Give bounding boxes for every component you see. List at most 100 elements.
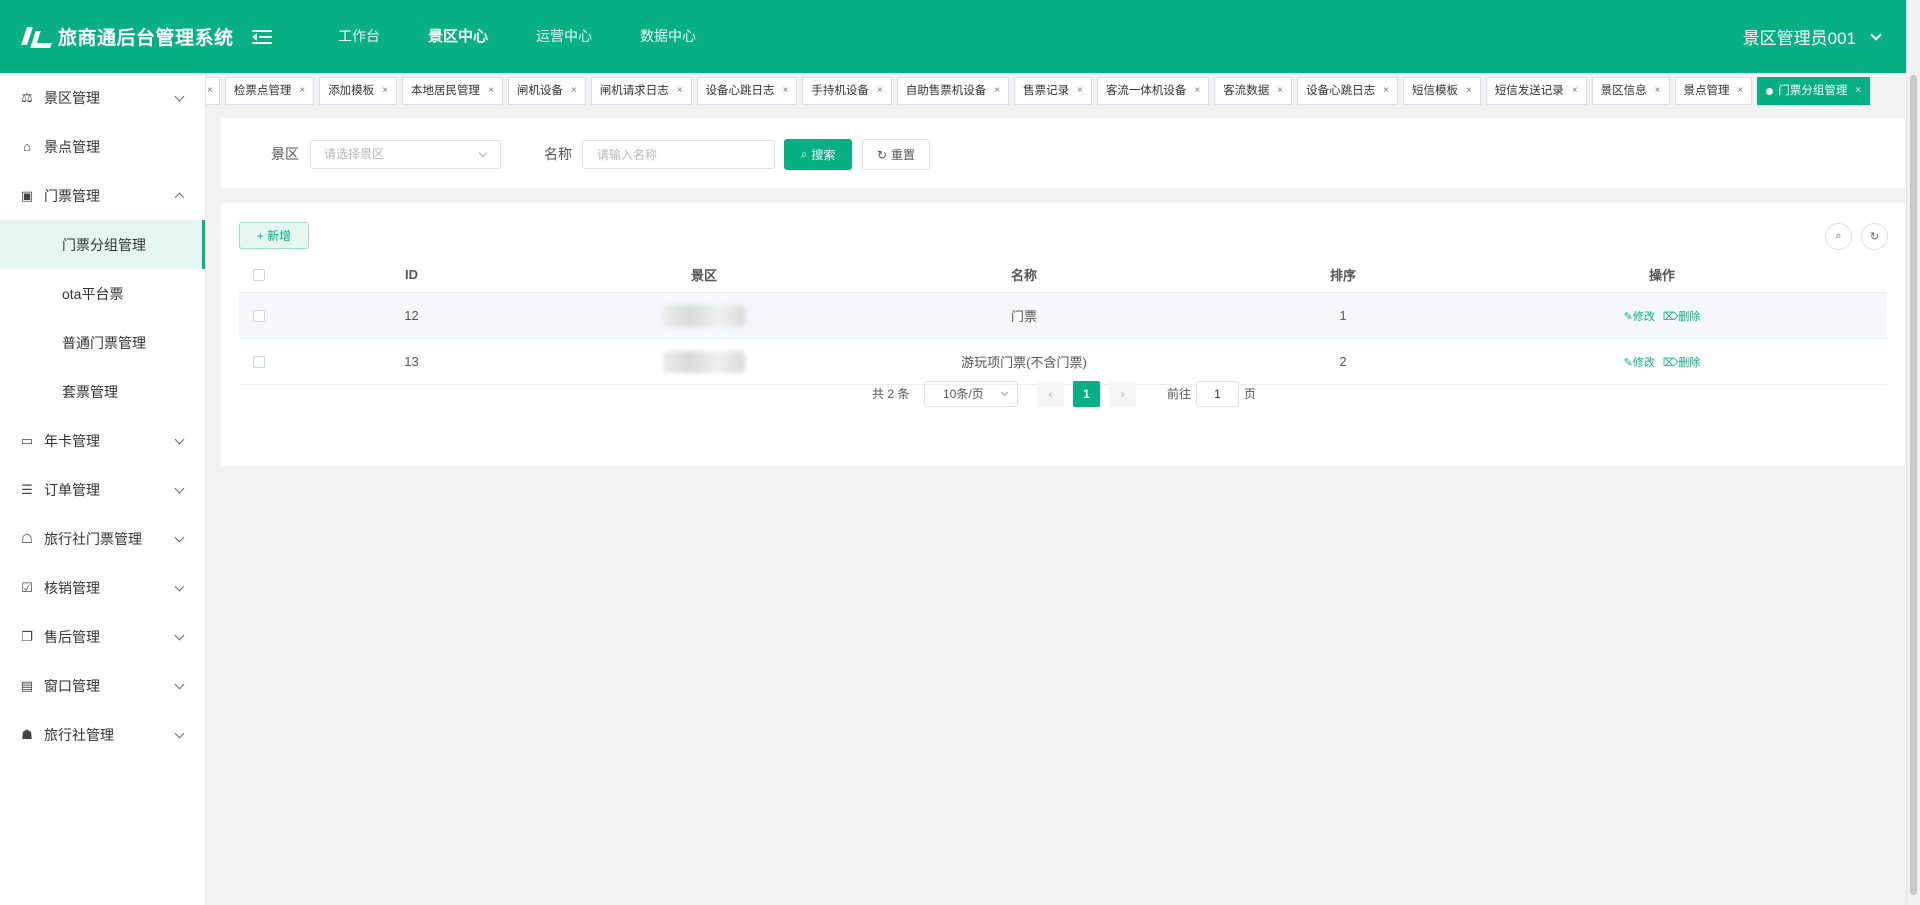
name-input[interactable] bbox=[582, 140, 775, 169]
sidebar-item-annual-card[interactable]: ▭ 年卡管理 bbox=[0, 416, 205, 465]
search-button[interactable]: ⌕ 搜索 bbox=[784, 139, 852, 170]
goto-page-input[interactable] bbox=[1196, 381, 1239, 407]
row-checkbox[interactable] bbox=[253, 309, 265, 322]
tab-close-icon[interactable]: × bbox=[1277, 78, 1283, 104]
cell-scenic bbox=[544, 339, 864, 384]
topnav-workbench[interactable]: 工作台 bbox=[314, 0, 404, 73]
tab-item[interactable]: 设备心跳日志 × bbox=[1297, 77, 1398, 105]
tab-item[interactable]: 自助售票机设备 × bbox=[896, 77, 1010, 105]
sidebar-subitem-ticket-group[interactable]: 门票分组管理 bbox=[0, 220, 205, 269]
tab-close-icon[interactable]: × bbox=[1194, 78, 1200, 104]
tab-item[interactable]: 检票点管理 × bbox=[224, 77, 315, 105]
sidebar-subitem-normal-ticket[interactable]: 普通门票管理 bbox=[0, 318, 205, 367]
row-select-cell bbox=[239, 339, 279, 384]
table-row: 13 游玩项门票(不含门票) 2 ✎修改 ⌦删除 bbox=[239, 339, 1887, 385]
tab-close-icon[interactable]: × bbox=[783, 78, 789, 104]
tab-item[interactable]: 客流数据 × bbox=[1214, 77, 1293, 105]
tab-close-icon[interactable]: × bbox=[299, 78, 305, 104]
tab-close-icon[interactable]: × bbox=[206, 77, 220, 105]
tab-item[interactable]: 手持机设备 × bbox=[802, 77, 892, 105]
page-size-select[interactable]: 10条/页 bbox=[924, 381, 1018, 407]
sidebar-item-agency-ticket[interactable]: ☖ 旅行社门票管理 bbox=[0, 514, 205, 563]
top-nav: 工作台 景区中心 运营中心 数据中心 bbox=[314, 0, 720, 73]
tab-item[interactable]: 景区信息 × bbox=[1591, 77, 1670, 105]
tab-close-icon[interactable]: × bbox=[488, 78, 494, 104]
sidebar-item-verify[interactable]: ☑ 核销管理 bbox=[0, 563, 205, 612]
refresh-table-icon[interactable]: ↻ bbox=[1861, 223, 1888, 250]
col-id[interactable]: ID bbox=[279, 257, 544, 292]
scenic-select[interactable]: 请选择景区 bbox=[310, 140, 501, 169]
edit-button[interactable]: ✎修改 bbox=[1624, 354, 1655, 370]
row-select-cell bbox=[239, 293, 279, 338]
tab-close-icon[interactable]: × bbox=[1738, 78, 1744, 104]
name-label: 名称 bbox=[544, 146, 572, 162]
toggle-search-icon[interactable]: ⌕ bbox=[1825, 223, 1852, 250]
prev-page-button[interactable]: ‹ bbox=[1037, 381, 1064, 407]
page-scrollbar[interactable] bbox=[1906, 0, 1920, 905]
sidebar-item-aftersale[interactable]: ❐ 售后管理 bbox=[0, 612, 205, 661]
tab-item[interactable]: 闸机设备 × bbox=[507, 77, 586, 105]
topnav-data-center[interactable]: 数据中心 bbox=[616, 0, 720, 73]
reset-button[interactable]: ↻ 重置 bbox=[862, 139, 930, 170]
tab-item[interactable]: 本地居民管理 × bbox=[402, 77, 503, 105]
topnav-scenic-center[interactable]: 景区中心 bbox=[404, 0, 512, 73]
sidebar-item-spot[interactable]: ⌂ 景点管理 bbox=[0, 122, 205, 171]
sidebar-subitem-ota-ticket[interactable]: ota平台票 bbox=[0, 269, 205, 318]
menu-collapse-icon[interactable] bbox=[252, 28, 274, 46]
col-name[interactable]: 名称 bbox=[864, 257, 1184, 292]
sidebar-subitem-package-ticket[interactable]: 套票管理 bbox=[0, 367, 205, 416]
reset-button-label: 重置 bbox=[891, 148, 916, 162]
tab-item[interactable]: 门票分组管理 × bbox=[1757, 77, 1871, 105]
tab-close-icon[interactable]: × bbox=[571, 78, 577, 104]
sidebar-item-label: 售后管理 bbox=[44, 628, 100, 645]
sidebar-item-agency[interactable]: ☗ 旅行社管理 bbox=[0, 710, 205, 759]
select-all-checkbox[interactable] bbox=[253, 268, 265, 281]
sidebar-item-scenic[interactable]: ⚖ 景区管理 bbox=[0, 73, 205, 122]
delete-button[interactable]: ⌦删除 bbox=[1663, 308, 1701, 324]
tab-close-icon[interactable]: × bbox=[994, 78, 1000, 104]
tab-close-icon[interactable]: × bbox=[1077, 78, 1083, 104]
tab-close-icon[interactable]: × bbox=[1572, 78, 1578, 104]
tab-close-icon[interactable]: × bbox=[677, 78, 683, 104]
chevron-down-icon bbox=[478, 148, 488, 158]
cell-name: 游玩项门票(不含门票) bbox=[961, 355, 1087, 370]
tab-item[interactable]: 设备心跳日志 × bbox=[696, 77, 798, 105]
tab-item[interactable]: 闸机请求日志 × bbox=[590, 77, 692, 105]
active-dot-icon bbox=[1766, 87, 1774, 95]
chevron-down-icon bbox=[174, 679, 185, 690]
tab-item[interactable]: 添加模板 × bbox=[319, 77, 398, 105]
row-checkbox[interactable] bbox=[253, 355, 265, 368]
col-scenic[interactable]: 景区 bbox=[544, 257, 864, 292]
sidebar-item-order[interactable]: ☰ 订单管理 bbox=[0, 465, 205, 514]
tab-close-icon[interactable]: × bbox=[1383, 78, 1389, 104]
sidebar-item-ticket[interactable]: ▣ 门票管理 bbox=[0, 171, 205, 220]
delete-button[interactable]: ⌦删除 bbox=[1663, 354, 1701, 370]
tab-item[interactable]: 景点管理 × bbox=[1674, 77, 1753, 105]
topnav-operation-center[interactable]: 运营中心 bbox=[512, 0, 616, 73]
sidebar-item-label: 门票管理 bbox=[44, 187, 100, 204]
tab-close-icon[interactable]: × bbox=[1466, 78, 1472, 104]
tab-close-icon[interactable]: × bbox=[382, 78, 388, 104]
tab-item[interactable]: 售票记录 × bbox=[1014, 77, 1092, 105]
tab-close-icon[interactable]: × bbox=[877, 78, 883, 104]
tab-item[interactable]: 短信发送记录 × bbox=[1485, 77, 1587, 105]
tab-item[interactable]: 客流一体机设备 × bbox=[1096, 77, 1210, 105]
tab-item[interactable]: 短信模板 × bbox=[1402, 77, 1481, 105]
card-icon: ▭ bbox=[20, 432, 34, 448]
app-logo[interactable]: 旅商通后台管理系统 bbox=[22, 23, 240, 50]
chevron-down-icon bbox=[174, 532, 185, 543]
ticket-icon: ▣ bbox=[20, 187, 34, 203]
chevron-up-icon bbox=[174, 192, 185, 203]
user-menu[interactable]: 景区管理员001 bbox=[1743, 0, 1882, 73]
tab-label: 景点管理 bbox=[1683, 85, 1730, 97]
page-number-button[interactable]: 1 bbox=[1073, 381, 1100, 407]
tab-close-icon[interactable]: × bbox=[1855, 78, 1861, 104]
tab-label: 设备心跳日志 bbox=[1306, 85, 1376, 97]
sidebar-item-window[interactable]: ▤ 窗口管理 bbox=[0, 661, 205, 710]
tab-label: 短信发送记录 bbox=[1494, 85, 1564, 97]
add-button[interactable]: + 新增 bbox=[239, 222, 309, 249]
tab-close-icon[interactable]: × bbox=[1655, 78, 1661, 104]
next-page-button[interactable]: › bbox=[1109, 381, 1136, 407]
edit-button[interactable]: ✎修改 bbox=[1624, 308, 1655, 324]
col-sort[interactable]: 排序 bbox=[1184, 257, 1502, 292]
